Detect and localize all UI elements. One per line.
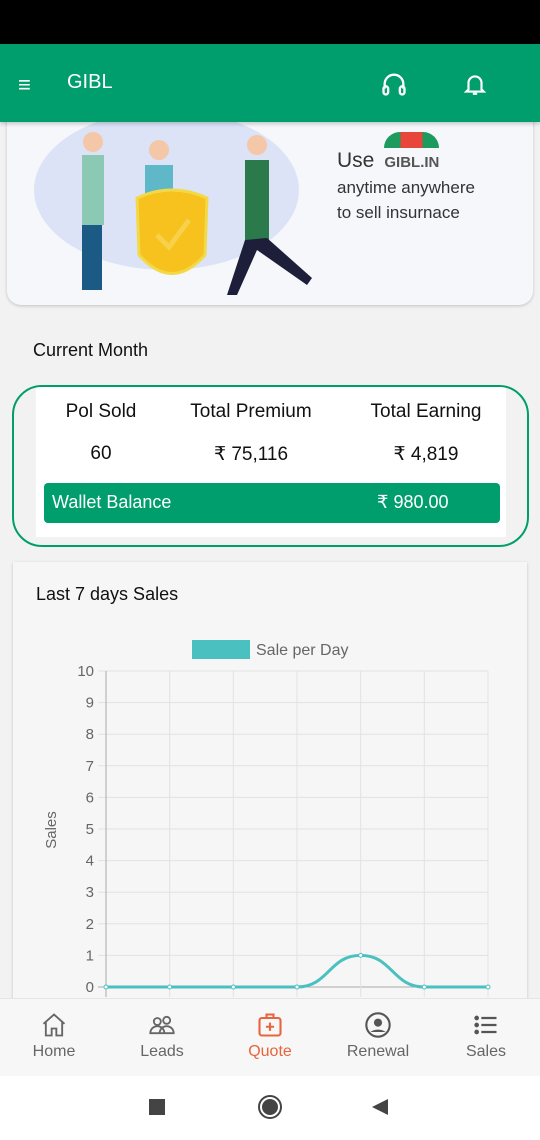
nav-sales[interactable]: Sales — [436, 1011, 536, 1061]
medical-kit-icon — [258, 1013, 282, 1037]
y-tick-label: 8 — [86, 726, 94, 743]
home-icon — [42, 1013, 66, 1037]
bell-icon[interactable] — [462, 70, 488, 103]
y-tick-label: 6 — [86, 789, 94, 806]
y-tick-label: 7 — [86, 758, 94, 775]
data-point — [167, 984, 173, 990]
people-icon — [149, 1015, 175, 1035]
data-point — [421, 984, 427, 990]
nav-renewal[interactable]: Renewal — [328, 1011, 428, 1061]
app-title: GIBL — [67, 71, 113, 93]
data-point — [358, 952, 364, 958]
gibl-logo: GIBL.IN — [384, 132, 440, 175]
recents-button[interactable] — [149, 1099, 165, 1115]
status-bar — [0, 0, 540, 44]
banner-line-1: anytime anywhere — [337, 178, 475, 197]
hamburger-icon[interactable]: ≡ — [18, 72, 31, 98]
y-tick-label: 0 — [86, 979, 94, 996]
app-header: ≡ GIBL — [0, 44, 540, 122]
wallet-label: Wallet Balance — [52, 492, 172, 512]
nav-quote[interactable]: Quote — [220, 1011, 320, 1061]
wallet-balance-bar[interactable]: Wallet Balance ₹ 980.00 — [44, 483, 500, 523]
banner-use-text: Use — [337, 149, 375, 172]
data-point — [230, 984, 236, 990]
promo-banner[interactable]: Use GIBL.IN anytime anywhere to sell insu… — [7, 100, 533, 305]
y-tick-label: 9 — [86, 695, 94, 712]
sales-line-chart: Sale per Day Sales 0 1 2 3 4 5 6 7 8 9 10 — [43, 640, 491, 997]
user-circle-icon — [365, 1012, 391, 1038]
nav-home[interactable]: Home — [4, 1011, 104, 1061]
stat-total-premium: Total Premium ₹ 75,116 — [190, 401, 312, 465]
home-system-button[interactable] — [258, 1095, 282, 1119]
data-point — [294, 984, 300, 990]
legend-swatch — [192, 640, 250, 659]
banner-line-2: to sell insurnace — [337, 203, 460, 222]
list-icon — [474, 1015, 497, 1035]
people-shield-illustration — [82, 132, 312, 295]
bottom-nav: Home Leads Quote Renewal Sales — [0, 998, 540, 1076]
y-tick-label: 1 — [86, 947, 94, 964]
y-axis-label: Sales — [43, 811, 60, 849]
data-point — [103, 984, 109, 990]
nav-leads[interactable]: Leads — [112, 1011, 212, 1061]
current-month-card: Pol Sold 60 Total Premium ₹ 75,116 Total E… — [12, 385, 529, 547]
data-point — [485, 984, 491, 990]
system-nav-bar — [0, 1076, 540, 1140]
y-tick-label: 5 — [86, 821, 94, 838]
y-tick-label: 4 — [86, 853, 94, 870]
current-month-label: Current Month — [33, 340, 149, 360]
y-tick-label: 10 — [77, 663, 94, 680]
y-tick-label: 3 — [86, 884, 94, 901]
legend-label: Sale per Day — [256, 642, 349, 659]
y-tick-label: 2 — [86, 916, 94, 933]
headphones-icon[interactable] — [380, 70, 408, 103]
stat-pol-sold: Pol Sold 60 — [65, 401, 137, 464]
sales-chart-card: Last 7 days Sales Sale per Day Sales 012… — [13, 562, 527, 1012]
stat-total-earning: Total Earning ₹ 4,819 — [370, 401, 482, 465]
back-button[interactable] — [372, 1099, 388, 1115]
wallet-value: ₹ 980.00 — [377, 492, 449, 512]
